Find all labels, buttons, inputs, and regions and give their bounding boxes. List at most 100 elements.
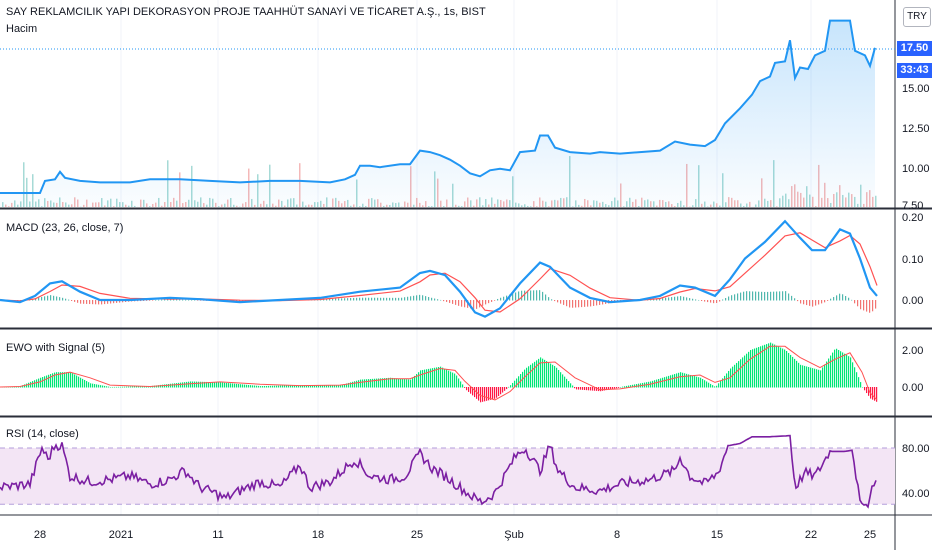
ewo-bar (456, 375, 458, 388)
macd-hist-bar (872, 300, 874, 312)
rsi-label[interactable]: RSI (14, close) (6, 428, 79, 440)
ewo-bar (718, 383, 720, 388)
ewo-bar (352, 381, 354, 388)
ewo-bar (600, 387, 602, 392)
macd-hist-bar (554, 300, 556, 302)
macd-hist-bar (812, 300, 814, 307)
ewo-bar (528, 366, 530, 388)
ewo-bar (214, 382, 216, 388)
macd-hist-bar (680, 296, 682, 301)
ewo-bar (50, 374, 52, 388)
ewo-bar (728, 370, 730, 388)
ewo-bar (356, 380, 358, 388)
macd-hist-bar (551, 299, 553, 301)
ewo-bar (710, 383, 712, 388)
ewo-bar (86, 381, 88, 388)
macd-hist-bar (572, 300, 574, 308)
macd-hist-bar (335, 298, 337, 301)
ewo-bar (776, 345, 778, 388)
macd-hist-bar (377, 297, 379, 301)
price-area (0, 20, 875, 207)
ewo-bar (512, 382, 514, 388)
ewo-bar (418, 372, 420, 388)
macd-hist-bar (830, 298, 832, 301)
macd-hist-bar (740, 292, 742, 301)
macd-hist-bar (440, 299, 442, 301)
ewo-bar (466, 387, 468, 391)
macd-hist-bar (767, 291, 769, 301)
macd-hist-bar (566, 300, 568, 307)
ewo-bar (780, 347, 782, 388)
macd-hist-bar (539, 290, 541, 301)
macd-hist-bar (689, 298, 691, 301)
macd-label[interactable]: MACD (23, 26, close, 7) (6, 222, 123, 234)
macd-hist-bar (59, 297, 61, 301)
ewo-bar (440, 366, 442, 388)
ewo-bar (708, 382, 710, 388)
ewo-bar (284, 385, 286, 388)
macd-hist-bar (725, 298, 727, 301)
macd-hist-bar (395, 297, 397, 301)
ewo-bar (426, 369, 428, 388)
ewo-bar (124, 386, 126, 388)
ewo-bar (470, 387, 472, 394)
ewo-bar (806, 366, 808, 388)
ewo-bar (764, 344, 766, 388)
macd-hist-bar (743, 291, 745, 301)
ewo-bar (872, 387, 874, 400)
macd-hist-bar (74, 300, 76, 302)
ewo-bar (820, 370, 822, 388)
ewo-bar (546, 361, 548, 388)
ewo-bar (706, 381, 708, 388)
ewo-bar (282, 385, 284, 388)
macd-hist-bar (164, 299, 166, 301)
ewo-bar (624, 386, 626, 388)
macd-hist-bar (356, 297, 358, 301)
macd-hist-bar (713, 300, 715, 304)
ewo-bar (752, 349, 754, 388)
time-axis-tick: 18 (312, 529, 324, 541)
ewo-bar (694, 376, 696, 388)
currency-button[interactable]: TRY (903, 7, 931, 27)
macd-line (0, 219, 878, 318)
ewo-bar (690, 374, 692, 388)
macd-hist-bar (41, 296, 43, 301)
macd-hist-bar (353, 297, 355, 301)
ewo-bar (714, 386, 716, 388)
ewo-bar (108, 386, 110, 388)
ewo-bar (626, 385, 628, 388)
ewo-bar (582, 387, 584, 390)
macd-hist-bar (692, 298, 694, 301)
chart-canvas[interactable]: 15.00 12.50 10.00 7.500.20 0.10 0.00 2.00 0.00 8… (0, 0, 932, 550)
macd-hist-bar (563, 300, 565, 305)
ewo-bar (740, 359, 742, 388)
ewo-bar (186, 381, 188, 388)
macd-hist-bar (779, 291, 781, 301)
macd-hist-bar (371, 297, 373, 301)
ewo-bar (232, 383, 234, 388)
macd-hist-bar (686, 297, 688, 301)
ewo-bar (534, 361, 536, 388)
macd-hist-bar (785, 291, 787, 301)
ewo-bar (198, 381, 200, 388)
macd-hist-bar (53, 295, 55, 301)
macd-hist-bar (503, 296, 505, 301)
price-axis-tick: 15.00 (902, 83, 930, 95)
macd-hist-bar (92, 300, 94, 305)
ewo-bar (584, 387, 586, 391)
ewo-bar (464, 387, 466, 388)
macd-hist-bar (458, 300, 460, 306)
ewo-bar (834, 349, 836, 388)
ewo-bar (664, 377, 666, 388)
ewo-bar (558, 369, 560, 388)
macd-hist-bar (419, 294, 421, 301)
ewo-bar (654, 380, 656, 388)
ewo-label[interactable]: EWO with Signal (5) (6, 342, 105, 354)
ewo-bar (700, 377, 702, 388)
ewo-bar (286, 385, 288, 388)
ewo-bar (844, 353, 846, 388)
ewo-bar (72, 373, 74, 388)
ewo-bar (104, 385, 106, 388)
ewo-bar (564, 376, 566, 388)
ewo-bar (254, 385, 256, 388)
